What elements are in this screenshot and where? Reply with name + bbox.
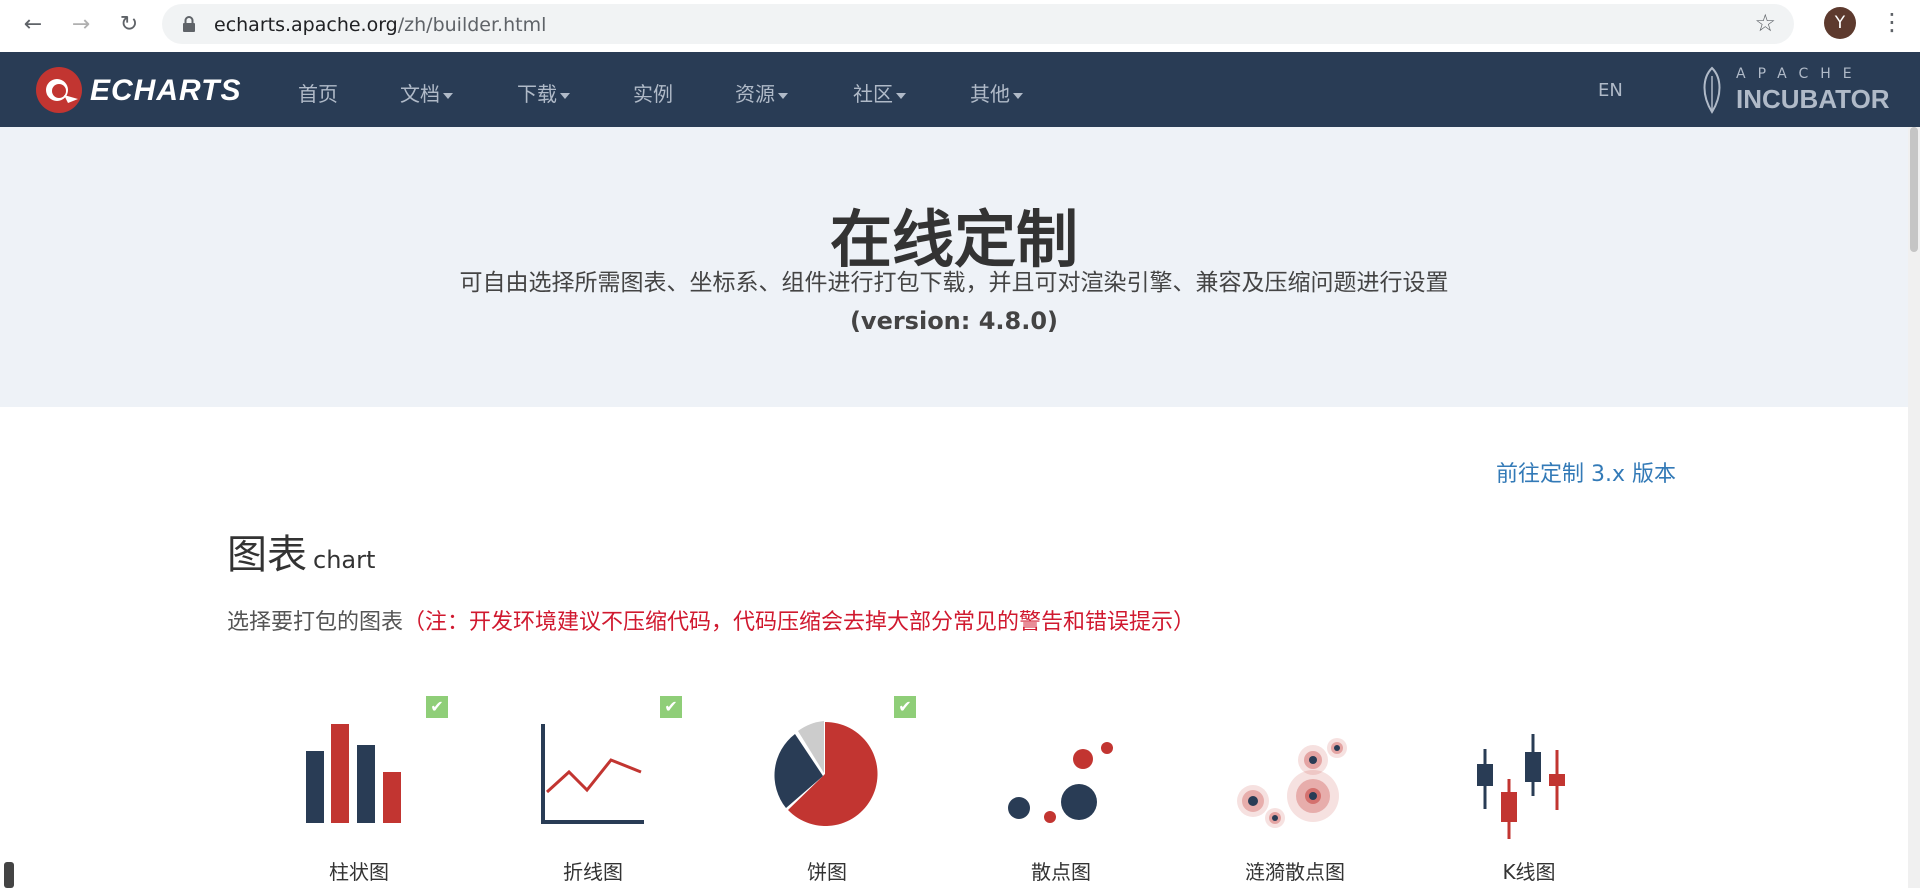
- nav-item[interactable]: 实例: [633, 78, 673, 107]
- address-bar[interactable]: echarts.apache.org/zh/builder.html ☆: [162, 4, 1794, 44]
- browser-toolbar: ← → ↻ echarts.apache.org/zh/builder.html…: [0, 0, 1920, 53]
- nav-item-label: 文档: [400, 82, 440, 106]
- card-label: 涟漪散点图: [1245, 860, 1345, 884]
- nav-item[interactable]: 其他: [970, 78, 1023, 107]
- candlestick-icon: [1477, 734, 1565, 839]
- page-description: 可自由选择所需图表、坐标系、组件进行打包下载，并且可对渲染引擎、兼容及压缩问题进…: [459, 270, 1449, 296]
- apache-incubator-logo[interactable]: APACHE INCUBATOR: [1692, 66, 1890, 114]
- chart-section-description: 选择要打包的图表（注：开发环境建议不压缩代码，代码压缩会去掉大部分常见的警告和错…: [227, 604, 1195, 636]
- page-scrollbar[interactable]: [1908, 127, 1920, 888]
- caret-down-icon: [778, 92, 788, 99]
- card-label: 饼图: [807, 860, 847, 884]
- reload-icon[interactable]: ↻: [114, 10, 144, 40]
- card-label: 柱状图: [329, 860, 389, 884]
- effect-scatter-icon: [1237, 738, 1347, 828]
- echarts-logo-icon: [36, 67, 82, 113]
- nav-item[interactable]: 文档: [400, 78, 453, 107]
- caret-down-icon: [896, 92, 906, 99]
- echarts-logo[interactable]: ECHARTS: [34, 65, 254, 115]
- site-navbar: ECHARTS 首页 文档 下载 实例 资源 社区 其他 EN APACHE INCUBAT…: [0, 52, 1920, 127]
- resize-handle[interactable]: [4, 862, 14, 888]
- url-host: echarts.apache.org: [214, 14, 398, 36]
- feather-icon: [1703, 66, 1721, 114]
- nav-item-label: 资源: [735, 82, 775, 106]
- section-title-main: 图表: [227, 532, 307, 578]
- logo-text: ECHARTS: [90, 74, 242, 107]
- back-icon[interactable]: ←: [18, 10, 48, 40]
- chart-card-scatter[interactable]: 散点图: [972, 696, 1150, 896]
- url-text: echarts.apache.org/zh/builder.html: [214, 14, 546, 36]
- section-title-sub: chart: [313, 546, 376, 574]
- nav-item[interactable]: 资源: [735, 78, 788, 107]
- nav-item-label: 下载: [517, 82, 557, 106]
- scrollbar-thumb[interactable]: [1910, 127, 1918, 252]
- checkmark-icon: ✔: [894, 696, 916, 718]
- nav-item[interactable]: 下载: [517, 78, 570, 107]
- url-path: /zh/builder.html: [397, 14, 547, 36]
- nav-item-label: 其他: [970, 82, 1010, 106]
- card-label: 散点图: [1031, 860, 1091, 884]
- chart-card-pie[interactable]: 饼图 ✔: [738, 696, 916, 896]
- caret-down-icon: [443, 92, 453, 99]
- caret-down-icon: [1013, 92, 1023, 99]
- v3-builder-link[interactable]: 前往定制 3.x 版本: [1496, 456, 1676, 488]
- lock-icon: [183, 16, 195, 32]
- version-label: (version: 4.8.0): [849, 307, 1059, 335]
- caret-down-icon: [560, 92, 570, 99]
- nav-item[interactable]: 首页: [298, 78, 338, 107]
- section-desc-text: 选择要打包的图表: [227, 610, 404, 635]
- card-label: K线图: [1502, 860, 1556, 884]
- chart-card-bar[interactable]: 柱状图 ✔: [270, 696, 448, 896]
- pie-chart-icon: [774, 721, 878, 826]
- chart-card-effect-scatter[interactable]: 涟漪散点图: [1206, 696, 1384, 896]
- checkmark-icon: ✔: [426, 696, 448, 718]
- scatter-chart-icon: [1008, 742, 1113, 823]
- nav-item-label: 社区: [853, 82, 893, 106]
- forward-icon[interactable]: →: [66, 10, 96, 40]
- nav-item-label: 首页: [298, 82, 338, 106]
- checkmark-icon: ✔: [660, 696, 682, 718]
- chart-card-candlestick[interactable]: K线图: [1440, 696, 1618, 896]
- browser-menu-icon[interactable]: ⋮: [1880, 8, 1904, 36]
- nav-item[interactable]: 社区: [853, 78, 906, 107]
- line-chart-icon: [541, 724, 644, 824]
- profile-avatar[interactable]: Y: [1824, 7, 1856, 39]
- incubator-text: INCUBATOR: [1736, 84, 1890, 114]
- card-label: 折线图: [563, 860, 623, 884]
- compression-warning: （注：开发环境建议不压缩代码，代码压缩会去掉大部分常见的警告和错误提示）: [403, 610, 1196, 635]
- chart-card-line[interactable]: 折线图 ✔: [504, 696, 682, 896]
- chart-section-heading: 图表 chart: [227, 522, 375, 580]
- apache-text: APACHE: [1736, 66, 1864, 82]
- nav-item-label: 实例: [633, 82, 673, 106]
- language-switch[interactable]: EN: [1598, 80, 1623, 101]
- hero-banner: 在线定制 可自由选择所需图表、坐标系、组件进行打包下载，并且可对渲染引擎、兼容及…: [0, 127, 1908, 407]
- bar-chart-icon: [306, 724, 401, 823]
- bookmark-star-icon[interactable]: ☆: [1754, 9, 1776, 37]
